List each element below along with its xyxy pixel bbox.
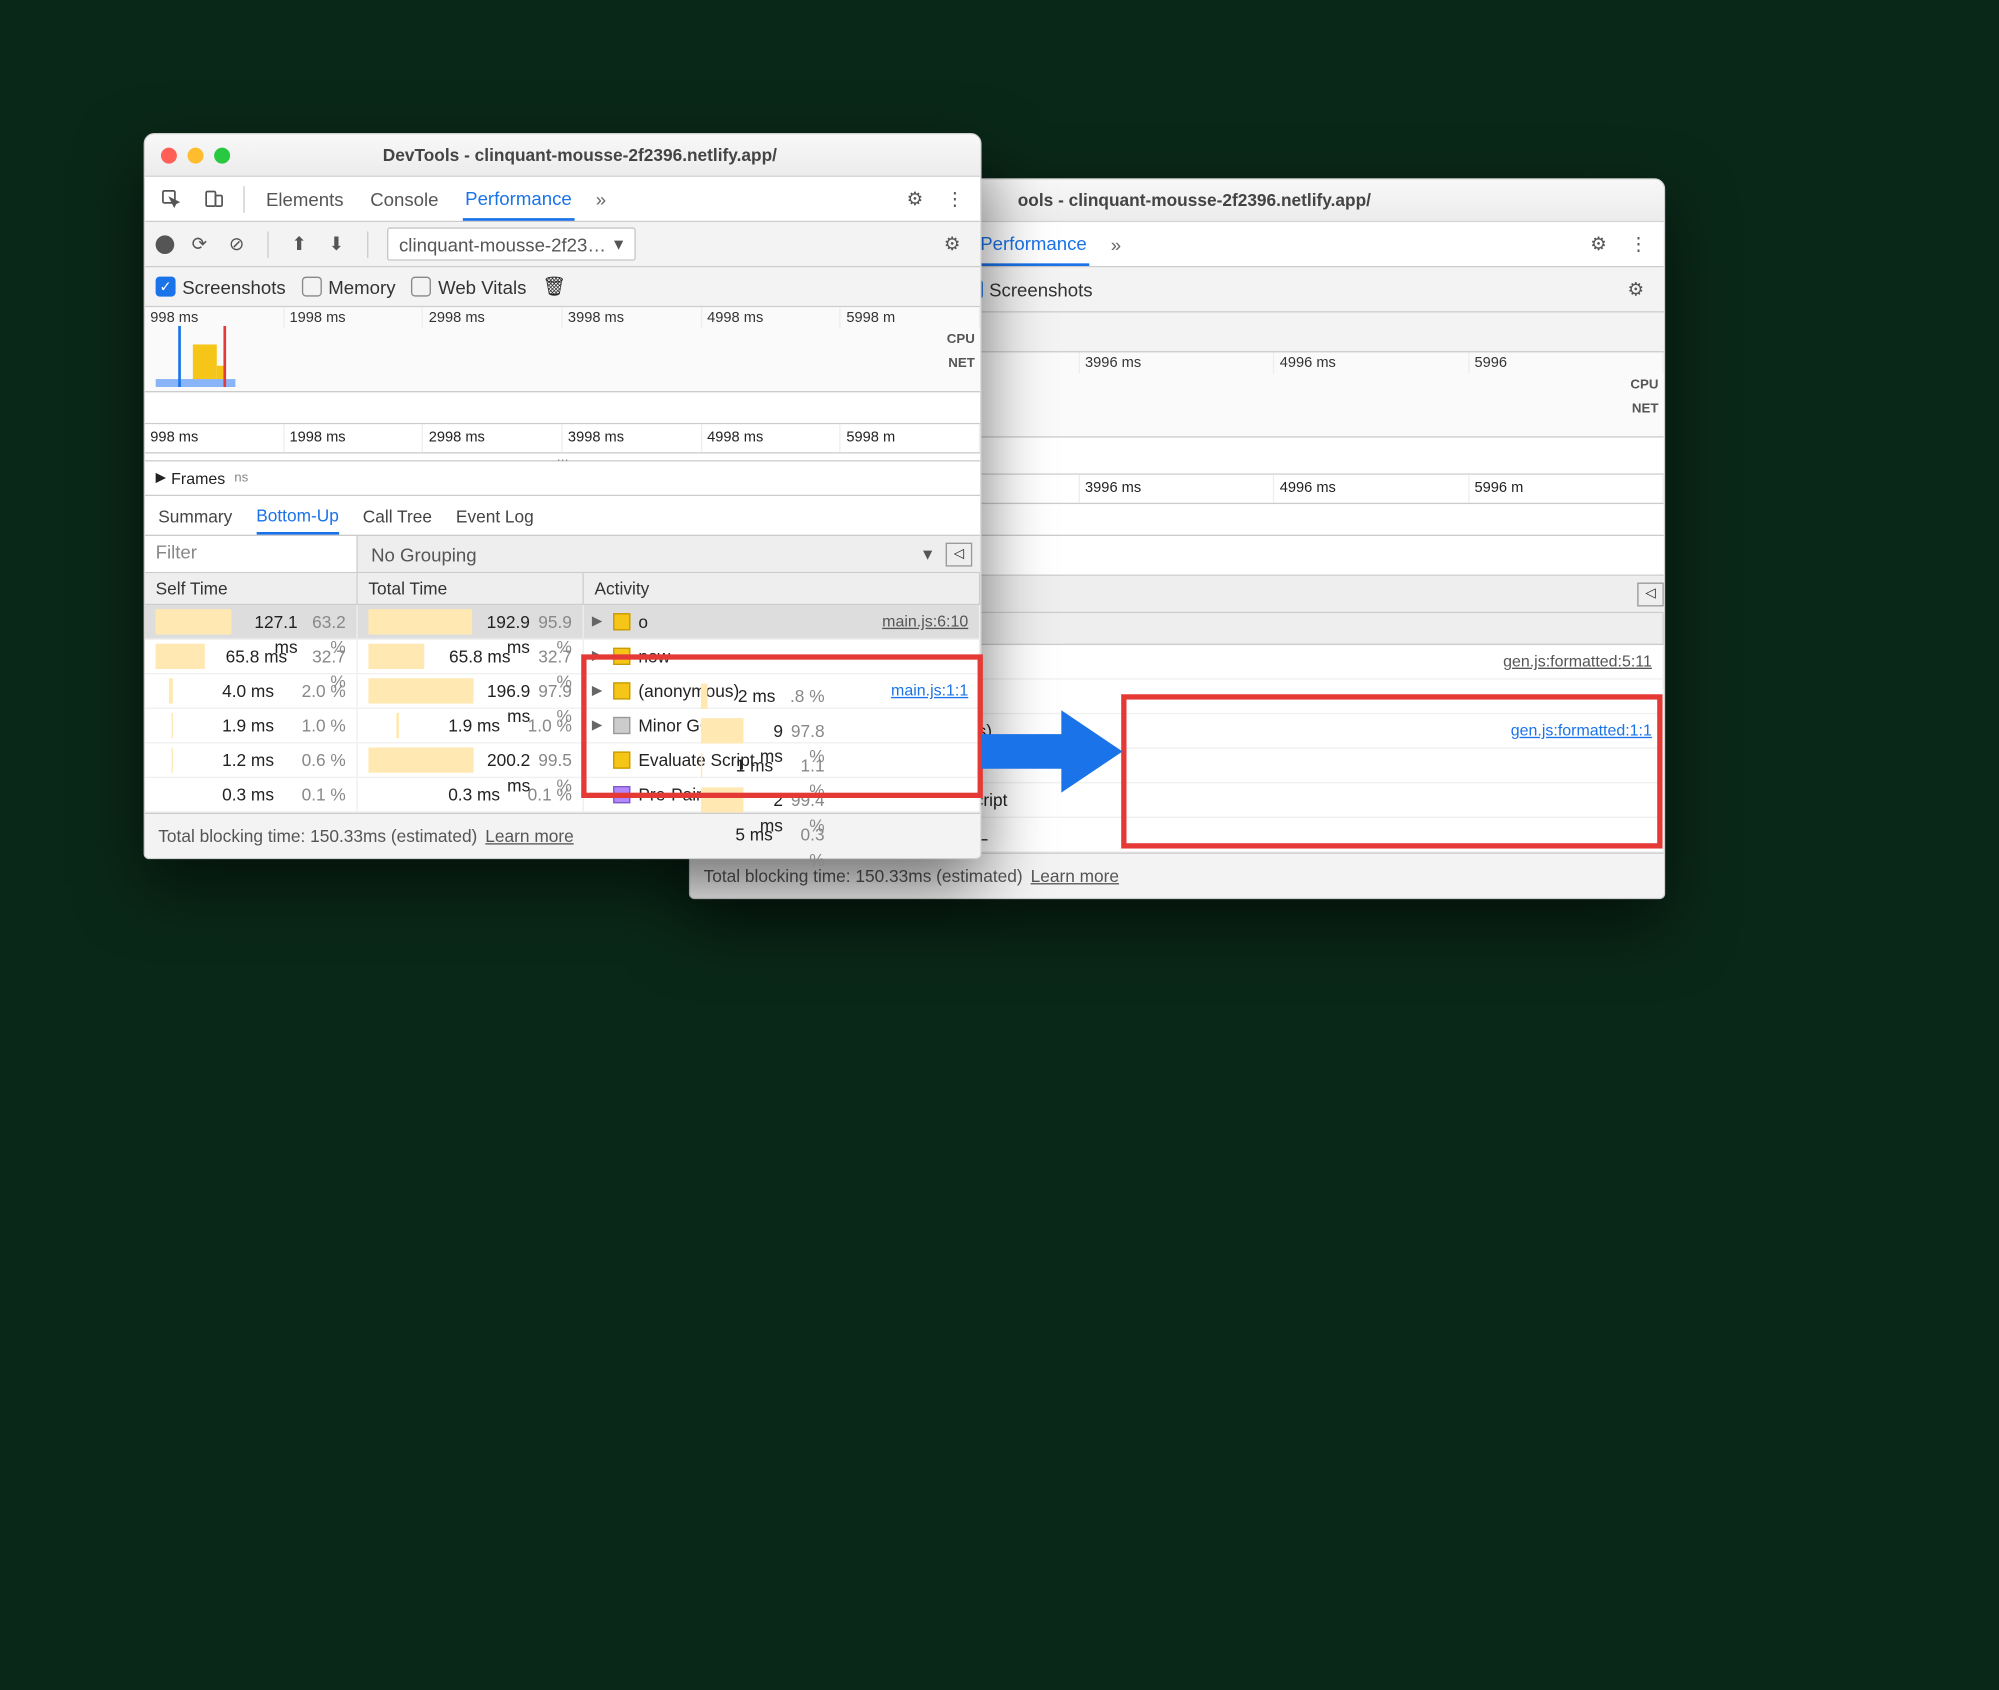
toggle-sidebar-icon[interactable]: ◁ [1637, 582, 1664, 606]
trash-icon[interactable]: 🗑 [542, 275, 566, 299]
filter-input[interactable]: Filter [145, 536, 358, 572]
source-link[interactable]: gen.js:formatted:1:1 [1511, 718, 1652, 743]
clear-icon[interactable]: ⊘ [225, 232, 249, 256]
gear-icon[interactable]: ⚙ [935, 233, 970, 256]
filter-bar: Filter No Grouping▾ ◁ [145, 536, 980, 573]
activity-color-icon [613, 786, 630, 803]
download-icon[interactable]: ⬇ [325, 232, 349, 256]
zoom-icon[interactable] [214, 147, 230, 163]
activity-color-icon [613, 751, 630, 768]
screenshots-checkbox[interactable]: ✓Screenshots [156, 276, 286, 297]
kebab-icon[interactable]: ⋮ [1621, 233, 1656, 256]
timeline-ruler[interactable]: 998 ms 1998 ms 2998 ms 3998 ms 4998 ms 5… [145, 424, 980, 453]
grouping-select[interactable]: No Grouping▾ [358, 537, 946, 570]
tab-performance[interactable]: Performance [462, 177, 574, 221]
source-link[interactable]: main.js:6:10 [882, 609, 968, 634]
gear-icon[interactable]: ⚙ [898, 188, 933, 211]
titlebar[interactable]: DevTools - clinquant-mousse-2f2396.netli… [145, 134, 980, 177]
window-title: DevTools - clinquant-mousse-2f2396.netli… [246, 145, 980, 165]
more-tabs-icon[interactable]: » [1111, 233, 1121, 254]
activity-name: Pre-Paint [638, 782, 710, 807]
source-link[interactable]: gen.js:formatted:5:11 [1503, 649, 1652, 674]
tab-console[interactable]: Console [368, 178, 442, 219]
close-icon[interactable] [161, 147, 177, 163]
tabbar: Elements Console Performance » ⚙ ⋮ [145, 177, 980, 222]
minimize-icon[interactable] [188, 147, 204, 163]
reload-icon[interactable]: ⟳ [188, 232, 212, 256]
webvitals-checkbox[interactable]: Web Vitals [411, 276, 526, 297]
tick: 3996 ms [1080, 352, 1275, 373]
arrow-icon [982, 705, 1126, 798]
self-time-cell: 127.1 ms63.2 % [145, 605, 358, 640]
total-time-cell: 1.9 ms1.0 % [358, 709, 584, 744]
chevron-down-icon: ▾ [614, 233, 623, 256]
subtab-bottomup[interactable]: Bottom-Up [256, 497, 339, 534]
total-time-cell: 65.8 ms32.7 % [358, 640, 584, 675]
tab-performance[interactable]: Performance [978, 222, 1090, 266]
self-time-cell: 1.9 ms1.0 % [145, 709, 358, 744]
total-time-cell: 196.9 ms97.9 % [358, 674, 584, 709]
learn-more-link[interactable]: Learn more [485, 826, 573, 846]
subtab-calltree[interactable]: Call Tree [363, 498, 432, 533]
chevron-down-icon: ▾ [923, 543, 932, 566]
subtab-summary[interactable]: Summary [158, 498, 232, 533]
col-activity[interactable]: Activity [584, 573, 980, 605]
footer: Total blocking time: 150.33ms (estimated… [145, 813, 980, 858]
tab-elements[interactable]: Elements [263, 178, 346, 219]
activity-name: now [638, 644, 670, 669]
bottom-up-table: Self Time Total Time Activity 127.1 ms63… [145, 573, 980, 812]
tick: 5996 [1469, 352, 1664, 373]
detail-tabs: Summary Bottom-Up Call Tree Event Log [145, 496, 980, 536]
total-time-cell: 0.3 ms0.1 % [358, 778, 584, 813]
devtools-window-a: DevTools - clinquant-mousse-2f2396.netli… [144, 133, 982, 859]
memory-checkbox[interactable]: Memory [302, 276, 396, 297]
timeline-overview[interactable]: 998 ms 1998 ms 2998 ms 3998 ms 4998 ms 5… [145, 307, 980, 392]
self-time-cell: 1.2 ms0.6 % [145, 743, 358, 778]
self-time-cell: 65.8 ms32.7 % [145, 640, 358, 675]
activity-color-icon [613, 682, 630, 699]
tick: 4996 ms [1274, 352, 1469, 373]
gear-icon[interactable]: ⚙ [1619, 278, 1654, 301]
more-tabs-icon[interactable]: » [596, 188, 606, 209]
activity-color-icon [613, 717, 630, 734]
footer: Total blocking time: 150.33ms (estimated… [690, 853, 1664, 898]
options-row: ✓Screenshots Memory Web Vitals 🗑 [145, 267, 980, 307]
gear-icon[interactable]: ⚙ [1581, 233, 1616, 256]
device-icon[interactable] [196, 182, 233, 217]
subtab-eventlog[interactable]: Event Log [456, 498, 534, 533]
toggle-sidebar-icon[interactable]: ◁ [946, 542, 973, 566]
inspect-icon[interactable] [153, 182, 190, 217]
perf-toolbar: ⟳ ⊘ ⬆ ⬇ clinquant-mousse-2f23…▾ ⚙ [145, 222, 980, 267]
upload-icon[interactable]: ⬆ [287, 232, 311, 256]
activity-color-icon [613, 648, 630, 665]
self-time-cell: 0.3 ms0.1 % [145, 778, 358, 813]
url-select[interactable]: clinquant-mousse-2f23…▾ [387, 227, 635, 260]
total-time-cell: 192.9 ms95.9 % [358, 605, 584, 640]
activity-name: o [638, 609, 648, 634]
activity-cell[interactable]: ▶(anonymous)main.js:1:1 [584, 674, 980, 709]
learn-more-link[interactable]: Learn more [1031, 866, 1119, 886]
screenshots-checkbox[interactable]: ✓ Screenshots [962, 279, 1092, 300]
record-icon[interactable] [156, 235, 175, 254]
activity-cell[interactable]: ▶omain.js:6:10 [584, 605, 980, 640]
activity-graph [156, 326, 276, 387]
self-time-cell: 4.0 ms2.0 % [145, 674, 358, 709]
total-time-cell: 200.2 ms99.5 % [358, 743, 584, 778]
source-link[interactable]: main.js:1:1 [891, 678, 968, 703]
kebab-icon[interactable]: ⋮ [938, 188, 973, 211]
col-self-time[interactable]: Self Time [145, 573, 358, 605]
activity-color-icon [613, 613, 630, 630]
col-total-time[interactable]: Total Time [358, 573, 584, 605]
